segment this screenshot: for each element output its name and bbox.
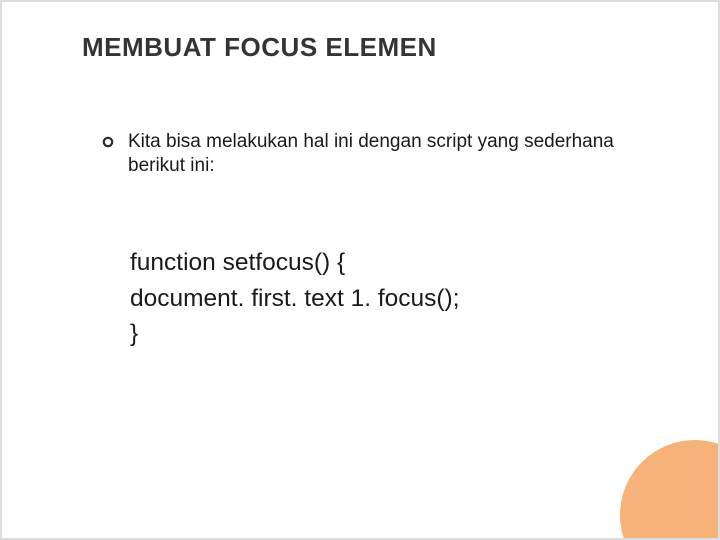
bullet-item: Kita bisa melakukan hal ini dengan scrip… bbox=[102, 130, 628, 179]
decorative-circle bbox=[620, 440, 718, 538]
slide: MEMBUAT FOCUS ELEMEN Kita bisa melakukan… bbox=[2, 2, 718, 538]
bullet-text: Kita bisa melakukan hal ini dengan scrip… bbox=[128, 130, 628, 179]
code-block: function setfocus() { document. first. t… bbox=[130, 245, 460, 352]
code-line-1: function setfocus() { bbox=[130, 245, 460, 281]
bullet-icon bbox=[102, 135, 114, 153]
slide-title: MEMBUAT FOCUS ELEMEN bbox=[82, 32, 437, 63]
code-line-3: } bbox=[130, 316, 460, 352]
body-text: Kita bisa melakukan hal ini dengan scrip… bbox=[102, 130, 628, 179]
code-line-2: document. first. text 1. focus(); bbox=[130, 281, 460, 317]
